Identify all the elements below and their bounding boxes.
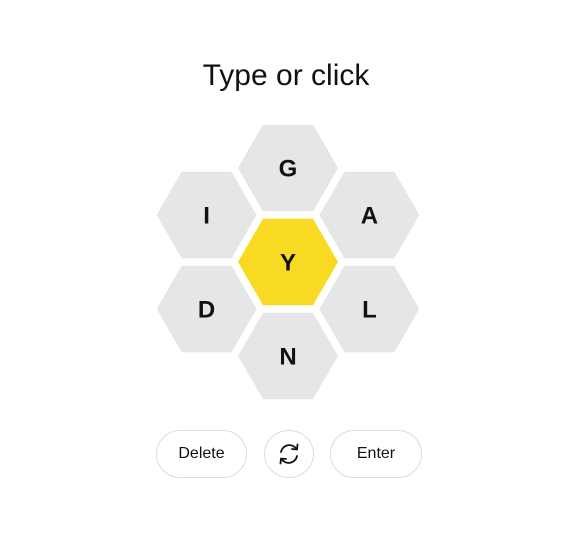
hive-cell-lower-right[interactable]: L [319,265,420,353]
hive-cell-upper-right-shape [319,171,420,259]
spelling-bee-board: Type or click Y G A L N D I Delete Enter [0,0,572,538]
shuffle-button[interactable] [264,430,314,478]
controls-bar: Delete Enter [0,430,572,480]
hive-cell-center-shape [238,218,338,306]
hive-cell-center[interactable]: Y [238,218,338,306]
hive-cell-top[interactable]: G [238,124,338,212]
delete-button[interactable]: Delete [156,430,247,478]
hive-cell-upper-left[interactable]: I [156,171,257,259]
shuffle-icon [276,441,302,467]
hive-cell-upper-left-shape [156,171,257,259]
hive-cell-lower-right-shape [319,265,420,353]
hive-cell-top-shape [238,124,338,212]
hive-cell-upper-right[interactable]: A [319,171,420,259]
hive-cell-lower-left[interactable]: D [156,265,257,353]
enter-button[interactable]: Enter [330,430,422,478]
hive-cell-bottom[interactable]: N [238,312,338,400]
hive-cell-bottom-shape [238,312,338,400]
hive-cell-lower-left-shape [156,265,257,353]
input-prompt[interactable]: Type or click [0,56,572,96]
